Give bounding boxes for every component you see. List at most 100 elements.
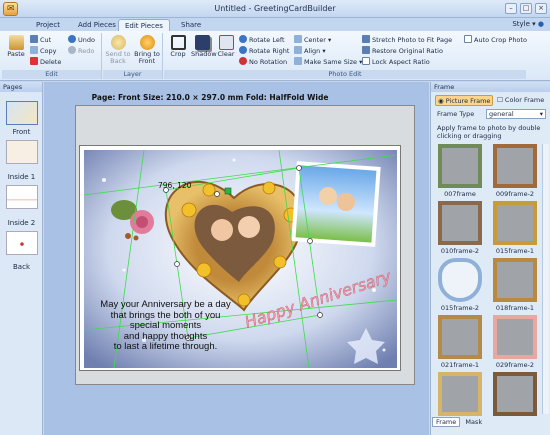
delete-button[interactable]: Delete bbox=[30, 57, 61, 68]
page-label-front: Front bbox=[12, 128, 31, 136]
make-same-size-dropdown[interactable]: Make Same Size ▾ bbox=[294, 57, 362, 68]
pages-panel: Pages Front Inside 1 Inside 2 Back bbox=[0, 82, 43, 435]
face-right bbox=[238, 216, 260, 238]
no-rotation-button[interactable]: No Rotation bbox=[239, 57, 287, 68]
bring-to-front-button[interactable]: Bring to Front bbox=[133, 35, 161, 65]
pages-panel-title: Pages bbox=[0, 82, 42, 92]
center-dropdown[interactable]: Center ▾ bbox=[294, 35, 331, 46]
auto-crop-checkbox[interactable]: Auto Crop Photo bbox=[464, 35, 527, 46]
undo-icon bbox=[68, 35, 76, 43]
paste-button[interactable]: Paste bbox=[5, 35, 27, 58]
align-icon bbox=[294, 46, 302, 54]
rotate-left-icon bbox=[239, 35, 247, 43]
style-menu[interactable]: Style ▾ ● bbox=[512, 20, 544, 28]
page-thumb-back[interactable] bbox=[6, 231, 38, 255]
tab-project[interactable]: Project bbox=[30, 19, 66, 31]
shadow-icon bbox=[194, 35, 210, 50]
frame-thumbnail[interactable] bbox=[493, 258, 537, 302]
picture-frame-radio[interactable]: ◉ Picture Frame bbox=[435, 95, 494, 106]
layer-group-label: Layer bbox=[103, 70, 162, 79]
photo-edit-group: Crop Shadow Clear Rotate Left Rotate Rig… bbox=[164, 33, 527, 79]
align-dropdown[interactable]: Align ▾ bbox=[294, 46, 326, 57]
frame-label: 007frame bbox=[444, 190, 476, 198]
frame-thumbnail[interactable] bbox=[438, 201, 482, 245]
help-icon[interactable]: ● bbox=[538, 20, 544, 28]
tab-share[interactable]: Share bbox=[175, 19, 207, 31]
frame-label: 009frame-2 bbox=[495, 190, 535, 198]
restore-ratio-button[interactable]: Restore Original Ratio bbox=[362, 46, 443, 57]
bring-front-icon bbox=[139, 35, 155, 50]
rotate-handle bbox=[224, 187, 232, 195]
frame-label: 021frame-1 bbox=[440, 361, 480, 369]
frame-type-select[interactable]: general ▾ bbox=[486, 109, 546, 119]
undo-button[interactable]: Undo bbox=[68, 35, 95, 46]
page-thumb-inside1[interactable] bbox=[6, 140, 38, 164]
tab-frame[interactable]: Frame bbox=[432, 417, 461, 427]
window-title: Untitled - GreetingCardBuilder bbox=[214, 4, 336, 13]
frame-type-label: Frame Type bbox=[437, 110, 475, 118]
ribbon-tabs: Project Add Pieces Edit Pieces Share Sty… bbox=[0, 18, 550, 31]
title-bar: ✉ Untitled - GreetingCardBuilder – □ × bbox=[0, 0, 550, 18]
frame-label: 010frame-2 bbox=[440, 247, 480, 255]
frame-scrollbar[interactable] bbox=[542, 144, 549, 414]
layer-group: Send to Back Bring to Front Layer bbox=[103, 33, 163, 79]
send-back-icon bbox=[110, 35, 126, 50]
tab-add-pieces[interactable]: Add Pieces bbox=[72, 19, 122, 31]
minimize-button[interactable]: – bbox=[505, 3, 517, 14]
frame-thumbnail[interactable] bbox=[438, 372, 482, 416]
stretch-photo-button[interactable]: Stretch Photo to Fit Page bbox=[362, 35, 452, 46]
tab-edit-pieces[interactable]: Edit Pieces bbox=[118, 19, 170, 31]
copy-icon bbox=[30, 46, 38, 54]
no-rotation-icon bbox=[239, 57, 247, 65]
rotate-right-icon bbox=[239, 46, 247, 54]
same-size-icon bbox=[294, 57, 302, 65]
frame-thumbnail[interactable] bbox=[493, 315, 537, 359]
clear-button[interactable]: Clear bbox=[215, 35, 237, 58]
frame-thumbnail[interactable] bbox=[493, 201, 537, 245]
page-info: Page: Front Size: 210.0 × 297.0 mm Fold:… bbox=[91, 93, 329, 102]
redo-button[interactable]: Redo bbox=[68, 46, 94, 57]
frame-thumbnail[interactable] bbox=[438, 144, 482, 188]
maximize-button[interactable]: □ bbox=[520, 3, 532, 14]
message-line: to last a lifetime through. bbox=[113, 341, 218, 352]
shadow-button[interactable]: Shadow bbox=[191, 35, 217, 58]
rotate-right-button[interactable]: Rotate Right bbox=[239, 46, 289, 57]
page-label-inside2: Inside 2 bbox=[7, 219, 36, 227]
chevron-down-icon: ▾ bbox=[539, 110, 543, 118]
page-thumb-front[interactable] bbox=[6, 101, 38, 125]
frame-panel: Frame ◉ Picture Frame ☐ Color Frame Fram… bbox=[430, 82, 550, 435]
color-frame-checkbox[interactable]: ☐ Color Frame bbox=[495, 95, 546, 106]
crop-button[interactable]: Crop bbox=[167, 35, 189, 58]
copy-button[interactable]: Copy bbox=[30, 46, 57, 57]
cut-button[interactable]: Cut bbox=[30, 35, 51, 46]
photo-edit-group-label: Photo Edit bbox=[164, 70, 526, 79]
face-left bbox=[211, 219, 233, 241]
card-message: May your Anniversary be a day that bring… bbox=[78, 299, 253, 353]
clear-icon bbox=[218, 35, 234, 50]
edit-group-label: Edit bbox=[2, 70, 101, 79]
delete-icon bbox=[30, 57, 38, 65]
frame-label: 015frame-2 bbox=[440, 304, 480, 312]
lock-aspect-checkbox[interactable]: Lock Aspect Ratio bbox=[362, 57, 430, 68]
ribbon: Paste Cut Copy Delete Undo Redo Edit Sen… bbox=[0, 31, 550, 81]
message-line: May your Anniversary be a day bbox=[100, 299, 231, 310]
frame-thumbnail[interactable] bbox=[493, 144, 537, 188]
checkbox-icon bbox=[464, 35, 472, 43]
page-label-back: Back bbox=[13, 263, 30, 271]
page-label-inside1: Inside 1 bbox=[7, 173, 36, 181]
photo-face-2 bbox=[337, 193, 355, 211]
frame-thumbnail[interactable] bbox=[438, 258, 482, 302]
frame-thumbnail[interactable] bbox=[493, 372, 537, 416]
redo-icon bbox=[68, 46, 76, 54]
tab-mask[interactable]: Mask bbox=[462, 418, 485, 426]
page-thumb-inside2[interactable] bbox=[6, 185, 38, 209]
panel-bottom-tabs: Frame Mask bbox=[432, 417, 485, 427]
close-button[interactable]: × bbox=[535, 3, 547, 14]
checkbox-icon bbox=[362, 57, 370, 65]
stretch-icon bbox=[362, 35, 370, 43]
frame-thumbnail[interactable] bbox=[438, 315, 482, 359]
send-to-back-button[interactable]: Send to Back bbox=[105, 35, 131, 65]
photo-face-1 bbox=[319, 187, 337, 205]
rotate-left-button[interactable]: Rotate Left bbox=[239, 35, 285, 46]
message-line: special moments bbox=[129, 320, 202, 331]
